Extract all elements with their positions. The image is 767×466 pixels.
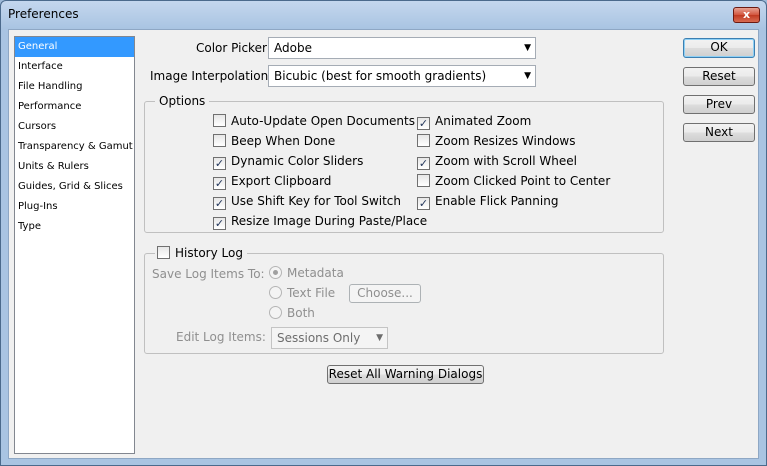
ok-button[interactable]: OK [683, 38, 755, 58]
dynamic-color-sliders-label: Dynamic Color Sliders [231, 154, 364, 168]
sidebar-item-cursors[interactable]: Cursors [15, 117, 134, 137]
animated-zoom-label: Animated Zoom [435, 114, 532, 128]
shift-key-tool-switch-checkbox[interactable]: ✓ Use Shift Key for Tool Switch [213, 193, 402, 210]
prev-button[interactable]: Prev [683, 95, 755, 114]
sidebar-item-interface[interactable]: Interface [15, 57, 134, 77]
color-picker-label: Color Picker: [196, 41, 271, 55]
checkbox-box [213, 134, 226, 147]
check-icon: ✓ [213, 157, 226, 170]
radio-both-label: Both [287, 306, 315, 320]
resize-during-paste-checkbox[interactable]: ✓ Resize Image During Paste/Place [213, 213, 428, 230]
shift-key-tool-switch-label: Use Shift Key for Tool Switch [231, 194, 402, 208]
flick-panning-label: Enable Flick Panning [435, 194, 559, 208]
next-button[interactable]: Next [683, 123, 755, 142]
color-picker-select[interactable]: Adobe ▼ [268, 37, 536, 59]
sidebar-item-type[interactable]: Type [15, 217, 134, 237]
check-icon: ✓ [213, 217, 226, 230]
chevron-down-icon: ▼ [524, 43, 531, 53]
radio-text-file[interactable]: Text File [269, 285, 335, 301]
color-picker-value: Adobe [274, 41, 312, 55]
zoom-resizes-windows-label: Zoom Resizes Windows [435, 134, 576, 148]
radio-metadata-label: Metadata [287, 266, 344, 280]
radio-text-file-label: Text File [287, 286, 336, 300]
choose-button[interactable]: Choose... [349, 284, 421, 303]
zoom-clicked-point-label: Zoom Clicked Point to Center [435, 174, 611, 188]
sidebar-item-guides-grid-slices[interactable]: Guides, Grid & Slices [15, 177, 134, 197]
zoom-scroll-wheel-label: Zoom with Scroll Wheel [435, 154, 577, 168]
category-list: General Interface File Handling Performa… [14, 36, 135, 454]
check-icon: ✓ [417, 117, 430, 130]
checkbox-box [213, 114, 226, 127]
radio-both[interactable]: Both [269, 305, 315, 321]
sidebar-item-units-rulers[interactable]: Units & Rulers [15, 157, 134, 177]
beep-when-done-label: Beep When Done [231, 134, 336, 148]
edit-log-value: Sessions Only [277, 331, 361, 345]
export-clipboard-checkbox[interactable]: ✓ Export Clipboard [213, 173, 332, 190]
interpolation-select[interactable]: Bicubic (best for smooth gradients) ▼ [268, 65, 536, 87]
edit-log-select[interactable]: Sessions Only ▼ [271, 327, 388, 349]
check-icon: ✓ [213, 197, 226, 210]
dialog-client: General Interface File Handling Performa… [8, 29, 759, 459]
check-icon: ✓ [417, 197, 430, 210]
interpolation-value: Bicubic (best for smooth gradients) [274, 69, 487, 83]
animated-zoom-checkbox[interactable]: ✓ Animated Zoom [417, 113, 532, 130]
radio-dot [269, 266, 282, 279]
auto-update-label: Auto-Update Open Documents [231, 114, 415, 128]
options-group-title: Options [155, 94, 210, 108]
sidebar-item-file-handling[interactable]: File Handling [15, 77, 134, 97]
radio-dot [269, 306, 282, 319]
check-icon: ✓ [417, 157, 430, 170]
resize-during-paste-label: Resize Image During Paste/Place [231, 214, 428, 228]
close-button[interactable]: x [733, 7, 760, 23]
zoom-scroll-wheel-checkbox[interactable]: ✓ Zoom with Scroll Wheel [417, 153, 577, 170]
sidebar-item-plug-ins[interactable]: Plug-Ins [15, 197, 134, 217]
check-icon: ✓ [213, 177, 226, 190]
sidebar-item-performance[interactable]: Performance [15, 97, 134, 117]
sidebar-item-general[interactable]: General [15, 37, 134, 57]
checkbox-box [417, 174, 430, 187]
dynamic-color-sliders-checkbox[interactable]: ✓ Dynamic Color Sliders [213, 153, 364, 170]
reset-button[interactable]: Reset [683, 67, 755, 86]
flick-panning-checkbox[interactable]: ✓ Enable Flick Panning [417, 193, 559, 210]
close-icon: x [742, 8, 751, 21]
radio-metadata[interactable]: Metadata [269, 265, 344, 281]
zoom-clicked-point-checkbox[interactable]: Zoom Clicked Point to Center [417, 173, 610, 189]
window-title: Preferences [8, 7, 79, 21]
checkbox-box [417, 134, 430, 147]
title-bar[interactable]: Preferences x [1, 1, 766, 29]
history-log-checkbox[interactable]: History Log [155, 245, 247, 261]
save-log-label: Save Log Items To: [152, 267, 265, 281]
export-clipboard-label: Export Clipboard [231, 174, 332, 188]
zoom-resizes-windows-checkbox[interactable]: Zoom Resizes Windows [417, 133, 576, 149]
beep-when-done-checkbox[interactable]: Beep When Done [213, 133, 335, 149]
history-log-label: History Log [175, 246, 243, 260]
preferences-window: Preferences x General Interface File Han… [0, 0, 767, 466]
reset-warning-dialogs-button[interactable]: Reset All Warning Dialogs [327, 365, 484, 384]
edit-log-label: Edit Log Items: [176, 330, 266, 344]
sidebar-item-transparency-gamut[interactable]: Transparency & Gamut [15, 137, 134, 157]
radio-dot [269, 286, 282, 299]
auto-update-checkbox[interactable]: Auto-Update Open Documents [213, 113, 415, 129]
chevron-down-icon: ▼ [524, 71, 531, 81]
interpolation-label: Image Interpolation: [150, 69, 273, 83]
checkbox-box [157, 246, 170, 259]
chevron-down-icon: ▼ [376, 333, 383, 343]
